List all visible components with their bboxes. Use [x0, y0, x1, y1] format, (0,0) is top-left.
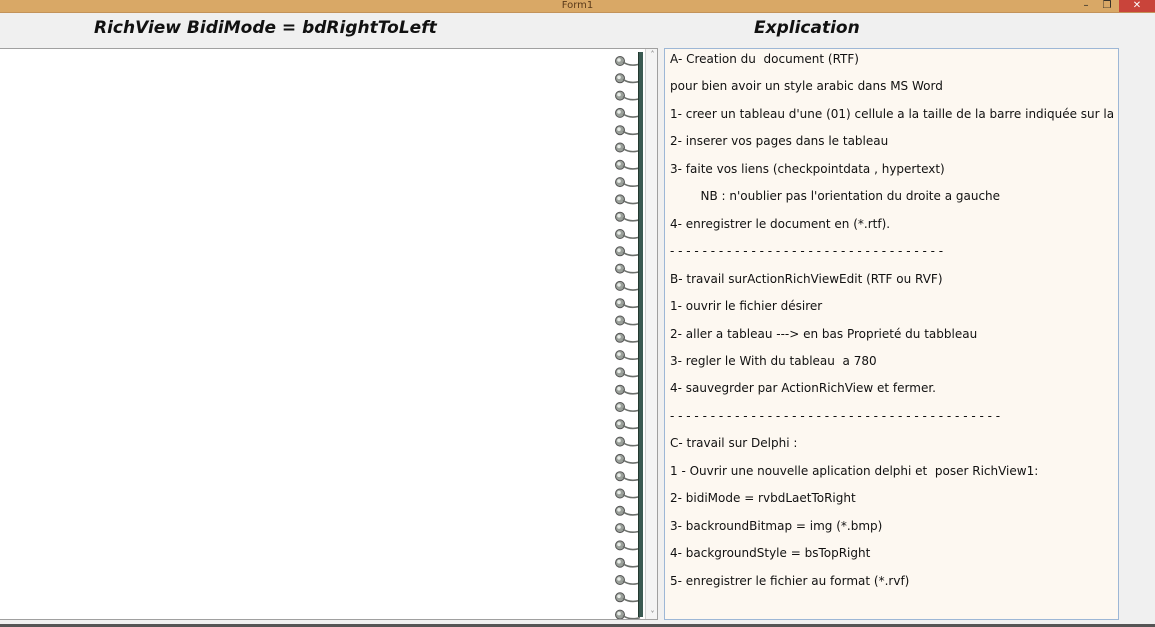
explication-line: NB : n'oublier pas l'orientation du droi… [670, 189, 1001, 204]
explication-line: 3- regler le With du tableau a 780 [670, 353, 877, 368]
explication-line: 2- bidiMode = rvbdLaetToRight [670, 491, 856, 506]
explication-line: 4- sauvegrder par ActionRichView et ferm… [670, 381, 936, 396]
explication-line: 2- inserer vos pages dans le tableau [670, 134, 889, 149]
scroll-up-arrow-icon[interactable]: ˄ [646, 49, 657, 61]
close-button[interactable]: ✕ [1119, 0, 1155, 12]
explication-line: - - - - - - - - - - - - - - - - - - - - … [670, 408, 1001, 423]
explication-line: 1- creer un tableau d'une (01) cellule a… [670, 106, 1119, 121]
explication-line: 4- enregistrer le document en (*.rtf). [670, 216, 891, 231]
scroll-down-arrow-icon[interactable]: ˅ [646, 609, 657, 619]
explication-line: 2- aller a tableau ---> en bas Proprieté… [670, 326, 978, 341]
binding-spine [638, 52, 643, 617]
richview-heading: RichView BidiMode = bdRightToLeft [94, 18, 437, 38]
explication-panel[interactable]: A- Creation du document (RTF) pour bien a… [664, 48, 1119, 620]
explication-line: C- travail sur Delphi : [670, 436, 798, 451]
minimize-button[interactable]: – [1076, 0, 1096, 12]
explication-line: 3- faite vos liens (checkpointdata , hyp… [670, 161, 945, 176]
richview-panel[interactable]: ˄ ˅ [0, 48, 658, 620]
window-title: Form1 [561, 0, 594, 11]
explication-line: pour bien avoir un style arabic dans MS … [670, 79, 943, 94]
explication-heading: Explication [754, 18, 860, 38]
explication-line: 1 - Ouvrir une nouvelle aplication delph… [670, 463, 1039, 478]
title-bar: Form1 – ❐ ✕ [0, 0, 1155, 13]
explication-line: B- travail surActionRichViewEdit (RTF ou… [670, 271, 943, 286]
explication-line: 1- ouvrir le fichier désirer [670, 299, 823, 314]
explication-line: A- Creation du document (RTF) [670, 52, 859, 66]
maximize-button[interactable]: ❐ [1097, 0, 1117, 12]
explication-line: 5- enregistrer le fichier au format (*.r… [670, 573, 910, 588]
explication-line: 4- backgroundStyle = bsTopRight [670, 546, 871, 561]
richview-scrollbar[interactable]: ˄ ˅ [645, 49, 657, 619]
explication-line: - - - - - - - - - - - - - - - - - - - - … [670, 244, 944, 259]
explication-line: 3- backroundBitmap = img (*.bmp) [670, 518, 883, 533]
